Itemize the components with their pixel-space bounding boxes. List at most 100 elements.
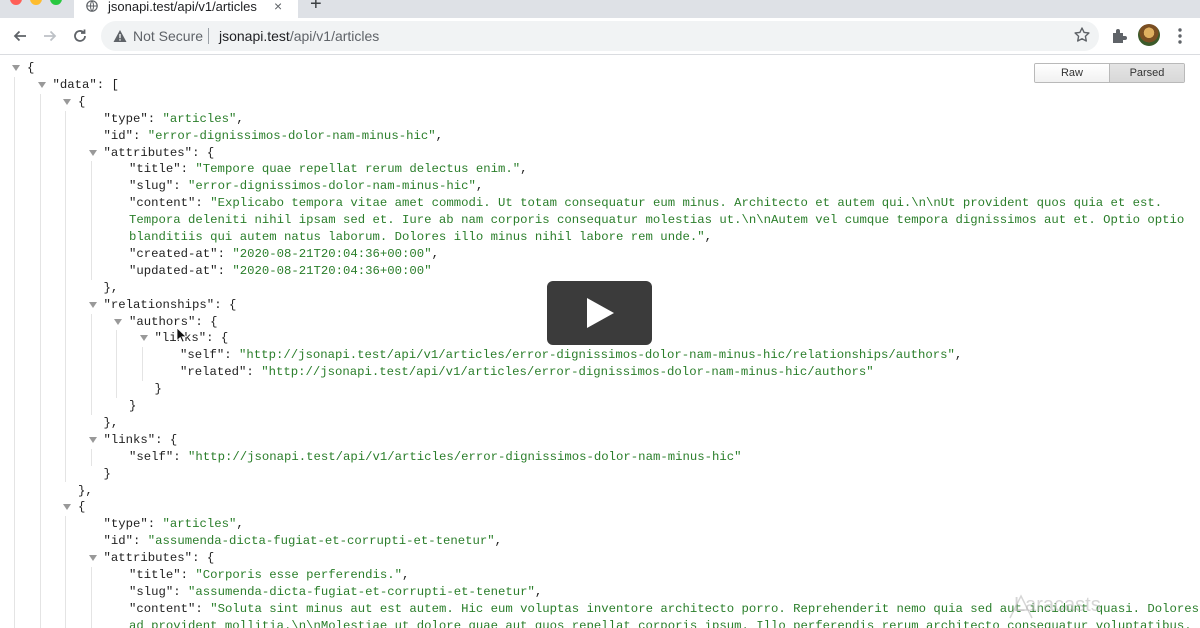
play-icon: [586, 298, 614, 328]
raw-button[interactable]: Raw: [1035, 64, 1109, 82]
json-punct: :: [173, 584, 189, 599]
json-punct: }: [154, 382, 162, 397]
back-button[interactable]: [9, 25, 31, 47]
indent-guide: [141, 347, 143, 382]
collapse-triangle-icon[interactable]: [139, 335, 148, 342]
json-line: "data": [: [37, 77, 119, 94]
new-tab-button[interactable]: +: [310, 0, 322, 14]
close-window-button[interactable]: [10, 0, 22, 5]
collapse-triangle-icon[interactable]: [88, 149, 97, 156]
json-string: "http://jsonapi.test/api/v1/articles/err…: [239, 348, 955, 363]
json-string: "2020-08-21T20:04:36+00:00": [232, 263, 432, 278]
parsed-button[interactable]: Parsed: [1109, 64, 1184, 82]
collapse-triangle-icon[interactable]: [63, 504, 71, 511]
view-toggle: Raw Parsed: [1034, 63, 1185, 83]
json-punct: : {: [195, 314, 218, 329]
json-punct: : {: [192, 145, 215, 160]
json-line: "title": "Corporis esse perferendis.",: [129, 567, 409, 584]
json-punct: },: [103, 280, 119, 295]
json-punct: : {: [192, 551, 215, 566]
collapse-triangle-icon[interactable]: [114, 318, 122, 325]
json-line: "content": "Explicabo tempora vitae amet…: [129, 195, 1162, 212]
json-key: "type": [103, 111, 148, 126]
json-line: "id": "error-dignissimos-dolor-nam-minus…: [104, 128, 443, 145]
json-line: }: [155, 381, 162, 398]
json-string: "assumenda-dicta-fugiat-et-corrupti-et-t…: [147, 534, 495, 549]
collapse-triangle-icon[interactable]: [88, 301, 97, 308]
address-divider: [208, 28, 209, 44]
collapse-triangle-icon[interactable]: [12, 65, 20, 71]
json-key: "attributes": [103, 551, 193, 566]
json-key: "relationships": [103, 297, 215, 312]
url-text[interactable]: jsonapi.test/api/v1/articles: [219, 28, 379, 44]
json-punct: :: [195, 196, 211, 211]
bookmark-star-icon[interactable]: [1073, 26, 1091, 44]
zoom-window-button[interactable]: [50, 0, 62, 5]
json-key: "id": [103, 128, 134, 143]
tab-strip: jsonapi.test/api/v1/articles × +: [0, 0, 1200, 18]
json-punct: :: [180, 162, 196, 177]
json-punct: },: [78, 483, 93, 498]
json-punct: : {: [155, 432, 178, 447]
json-string: "http://jsonapi.test/api/v1/articles/err…: [261, 365, 874, 380]
not-secure-label[interactable]: Not Secure: [133, 28, 203, 44]
minimize-window-button[interactable]: [30, 0, 42, 5]
json-punct: :: [217, 246, 233, 261]
json-key: "type": [103, 517, 148, 532]
indent-guide: [116, 330, 117, 398]
json-string: "Tempore quae repellat rerum delectus en…: [195, 162, 521, 177]
json-punct: {: [78, 500, 86, 515]
collapse-triangle-icon[interactable]: [37, 81, 46, 88]
json-line: "type": "articles",: [104, 516, 244, 533]
json-punct: {: [78, 94, 86, 109]
json-line: {: [63, 94, 86, 111]
json-punct: :: [180, 568, 196, 582]
arrow-right-icon: [44, 30, 57, 42]
collapse-triangle-icon[interactable]: [63, 98, 71, 105]
json-punct: ,: [520, 162, 528, 177]
browser-toolbar: Not Secure jsonapi.test/api/v1/articles: [0, 18, 1200, 55]
json-line: "attributes": {: [88, 550, 215, 567]
video-play-button[interactable]: [547, 281, 652, 345]
more-vertical-icon[interactable]: [1172, 27, 1188, 45]
address-bar[interactable]: Not Secure jsonapi.test/api/v1/articles: [101, 21, 1099, 51]
forward-button[interactable]: [39, 25, 61, 47]
json-key: "links": [103, 432, 156, 447]
globe-icon: [86, 0, 98, 12]
json-string: blanditiis qui autem natus laborum. Dolo…: [129, 230, 705, 244]
json-line: Tempora deleniti nihil ipsam sed et. Iur…: [129, 212, 1184, 229]
json-punct: },: [103, 415, 119, 430]
json-key: "attributes": [103, 145, 193, 160]
json-punct: {: [27, 61, 35, 75]
json-punct: }: [103, 466, 111, 481]
json-key: "title": [129, 162, 181, 177]
json-string: "Explicabo tempora vitae amet commodi. U…: [210, 196, 1163, 211]
active-tab[interactable]: jsonapi.test/api/v1/articles ×: [74, 0, 298, 18]
json-line: }: [104, 466, 111, 483]
collapse-triangle-icon[interactable]: [88, 436, 97, 443]
json-line: }: [129, 398, 136, 415]
json-key: "content": [129, 196, 196, 211]
indent-guide: [14, 76, 15, 628]
tab-close-icon[interactable]: ×: [274, 0, 282, 14]
json-line: },: [104, 280, 119, 297]
json-string: "articles": [162, 111, 237, 126]
extensions-puzzle-icon[interactable]: [1109, 26, 1129, 46]
collapse-triangle-icon[interactable]: [88, 555, 97, 562]
arrow-left-icon: [13, 30, 26, 42]
reload-button[interactable]: [69, 25, 91, 47]
json-punct: : [: [96, 77, 119, 92]
json-punct: :: [173, 179, 189, 194]
profile-avatar[interactable]: [1138, 24, 1160, 46]
json-line: "authors": {: [114, 314, 218, 331]
json-punct: :: [133, 534, 148, 549]
json-punct: ,: [435, 128, 443, 143]
json-punct: }: [129, 399, 137, 413]
json-line: "relationships": {: [88, 297, 236, 314]
json-key: "self": [180, 348, 225, 363]
json-line: "title": "Tempore quae repellat rerum de…: [129, 161, 528, 178]
json-key: "id": [103, 534, 134, 549]
json-punct: ,: [534, 584, 543, 599]
json-line: {: [12, 60, 35, 77]
indent-guide: [90, 313, 92, 415]
